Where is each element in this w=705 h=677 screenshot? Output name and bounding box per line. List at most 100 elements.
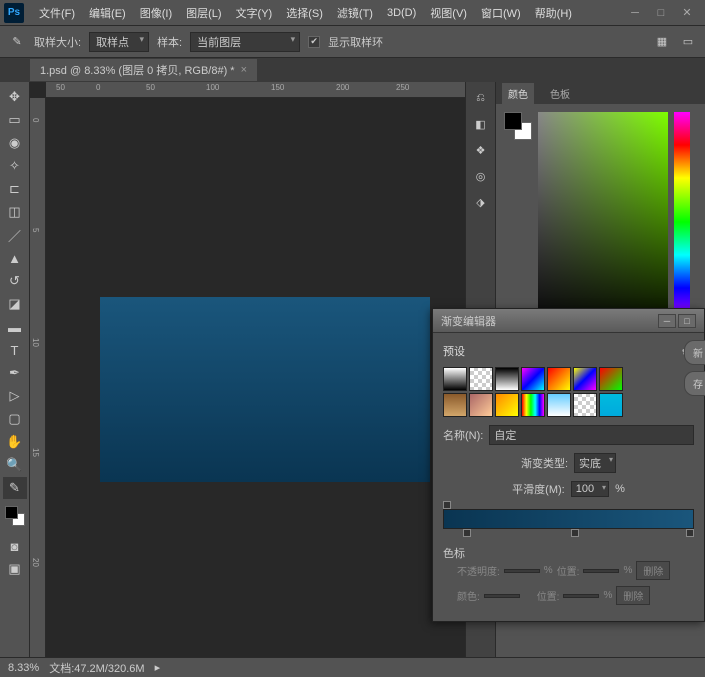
swatches-panel-tab[interactable]: 色板 bbox=[544, 83, 576, 104]
info-chevron-icon[interactable]: ▸ bbox=[155, 661, 161, 674]
preset-swatch[interactable] bbox=[443, 393, 467, 417]
menu-help[interactable]: 帮助(H) bbox=[528, 5, 579, 21]
menu-bar: Ps 文件(F) 编辑(E) 图像(I) 图层(L) 文字(Y) 选择(S) 滤… bbox=[0, 0, 705, 26]
gradient-tool[interactable]: ▬ bbox=[3, 316, 27, 338]
sample-size-label: 取样大小: bbox=[34, 34, 81, 50]
shape-tool[interactable]: ▢ bbox=[3, 408, 27, 430]
hue-slider[interactable] bbox=[674, 112, 690, 332]
preset-swatch[interactable] bbox=[521, 393, 545, 417]
menu-filter[interactable]: 滤镜(T) bbox=[330, 5, 380, 21]
history-brush-tool[interactable]: ↺ bbox=[3, 270, 27, 292]
preset-grid bbox=[443, 367, 633, 417]
color-stop[interactable] bbox=[571, 529, 579, 537]
fg-bg-swatch[interactable] bbox=[5, 506, 25, 526]
opacity-label: 不透明度: bbox=[457, 563, 500, 578]
layers-panel-icon[interactable]: ❖ bbox=[471, 140, 491, 160]
menu-image[interactable]: 图像(I) bbox=[133, 5, 179, 21]
path-tool[interactable]: ▷ bbox=[3, 385, 27, 407]
move-tool[interactable]: ✥ bbox=[3, 86, 27, 108]
color-panel-tab[interactable]: 颜色 bbox=[502, 83, 534, 104]
preset-swatch[interactable] bbox=[573, 393, 597, 417]
history-panel-icon[interactable]: ⎌ bbox=[471, 88, 491, 108]
menu-view[interactable]: 视图(V) bbox=[423, 5, 474, 21]
pen-tool[interactable]: ✒ bbox=[3, 362, 27, 384]
color-stop[interactable] bbox=[686, 529, 694, 537]
menu-type[interactable]: 文字(Y) bbox=[229, 5, 280, 21]
minimize-icon[interactable]: ─ bbox=[629, 7, 641, 19]
dialog-max-icon[interactable]: □ bbox=[678, 314, 696, 328]
preset-swatch[interactable] bbox=[547, 367, 571, 391]
sample-size-dropdown[interactable]: 取样点 bbox=[89, 32, 149, 52]
preset-swatch[interactable] bbox=[521, 367, 545, 391]
show-ring-checkbox[interactable]: ✔ bbox=[308, 36, 320, 48]
show-ring-label: 显示取样环 bbox=[328, 34, 383, 50]
position-input[interactable] bbox=[563, 594, 599, 598]
workspace-icon[interactable]: ▦ bbox=[653, 33, 671, 51]
stamp-tool[interactable]: ▲ bbox=[3, 247, 27, 269]
preset-swatch[interactable] bbox=[443, 367, 467, 391]
wand-tool[interactable]: ✧ bbox=[3, 155, 27, 177]
brush-tool[interactable]: ／ bbox=[3, 224, 27, 246]
delete-button[interactable]: 删除 bbox=[636, 561, 670, 580]
menu-file[interactable]: 文件(F) bbox=[32, 5, 82, 21]
gradient-editor-dialog: 渐变编辑器 ─ □ 预设 ✿. 名称(N): 自定 bbox=[432, 308, 705, 622]
lasso-tool[interactable]: ◉ bbox=[3, 132, 27, 154]
type-dropdown[interactable]: 实底 bbox=[574, 453, 616, 473]
preset-swatch[interactable] bbox=[599, 367, 623, 391]
quickmask-icon[interactable]: ◙ bbox=[3, 535, 27, 557]
zoom-level[interactable]: 8.33% bbox=[8, 662, 39, 674]
type-label: 渐变类型: bbox=[521, 455, 568, 471]
new-button[interactable]: 新 bbox=[684, 340, 705, 365]
marquee-tool[interactable]: ▭ bbox=[3, 109, 27, 131]
screenmode-icon[interactable]: ▣ bbox=[3, 558, 27, 580]
maximize-icon[interactable]: □ bbox=[655, 7, 667, 19]
save-button[interactable]: 存 bbox=[684, 371, 705, 396]
preset-swatch[interactable] bbox=[495, 367, 519, 391]
canvas-area[interactable]: 50 0 50 100 150 200 250 0 5 10 15 20 bbox=[30, 82, 465, 670]
type-tool[interactable]: T bbox=[3, 339, 27, 361]
paths-panel-icon[interactable]: ⬗ bbox=[471, 192, 491, 212]
smoothness-input[interactable]: 100 bbox=[571, 481, 609, 497]
document-tab[interactable]: 1.psd @ 8.33% (图层 0 拷贝, RGB/8#) * × bbox=[30, 59, 257, 81]
dialog-titlebar[interactable]: 渐变编辑器 ─ □ bbox=[433, 309, 704, 333]
dialog-title: 渐变编辑器 bbox=[441, 313, 496, 329]
preset-swatch[interactable] bbox=[599, 393, 623, 417]
properties-panel-icon[interactable]: ◧ bbox=[471, 114, 491, 134]
name-input[interactable]: 自定 bbox=[489, 425, 694, 445]
delete-button[interactable]: 删除 bbox=[616, 586, 650, 605]
ruler-horizontal: 50 0 50 100 150 200 250 bbox=[46, 82, 465, 98]
color-stop[interactable] bbox=[463, 529, 471, 537]
preset-swatch[interactable] bbox=[573, 367, 597, 391]
canvas-content bbox=[100, 297, 430, 482]
menu-select[interactable]: 选择(S) bbox=[279, 5, 330, 21]
preset-swatch[interactable] bbox=[469, 393, 493, 417]
frame-tool[interactable]: ◫ bbox=[3, 201, 27, 223]
zoom-tool[interactable]: 🔍 bbox=[3, 454, 27, 476]
dialog-min-icon[interactable]: ─ bbox=[658, 314, 676, 328]
channels-panel-icon[interactable]: ◎ bbox=[471, 166, 491, 186]
color-field[interactable] bbox=[538, 112, 668, 332]
eraser-tool[interactable]: ◪ bbox=[3, 293, 27, 315]
panel-fg-bg-swatch[interactable] bbox=[504, 112, 532, 140]
preset-swatch[interactable] bbox=[547, 393, 571, 417]
opacity-stop[interactable] bbox=[443, 501, 451, 509]
status-bar: 8.33% 文档:47.2M/320.6M ▸ bbox=[0, 657, 705, 677]
search-icon[interactable]: ▭ bbox=[679, 33, 697, 51]
close-icon[interactable]: ✕ bbox=[681, 7, 693, 19]
preset-swatch[interactable] bbox=[495, 393, 519, 417]
menu-layer[interactable]: 图层(L) bbox=[179, 5, 228, 21]
menu-window[interactable]: 窗口(W) bbox=[474, 5, 528, 21]
menu-3d[interactable]: 3D(D) bbox=[380, 7, 423, 19]
preset-swatch[interactable] bbox=[469, 367, 493, 391]
document-tab-bar: 1.psd @ 8.33% (图层 0 拷贝, RGB/8#) * × bbox=[0, 58, 705, 82]
color-swatch-input[interactable] bbox=[484, 594, 520, 598]
position-input[interactable] bbox=[583, 569, 619, 573]
sample-layer-dropdown[interactable]: 当前图层 bbox=[190, 32, 300, 52]
gradient-bar[interactable] bbox=[443, 509, 694, 529]
tab-close-icon[interactable]: × bbox=[241, 64, 247, 76]
opacity-input[interactable] bbox=[504, 569, 540, 573]
eyedropper-tool[interactable]: ✎ bbox=[3, 477, 27, 499]
crop-tool[interactable]: ⊏ bbox=[3, 178, 27, 200]
hand-tool[interactable]: ✋ bbox=[3, 431, 27, 453]
menu-edit[interactable]: 编辑(E) bbox=[82, 5, 133, 21]
